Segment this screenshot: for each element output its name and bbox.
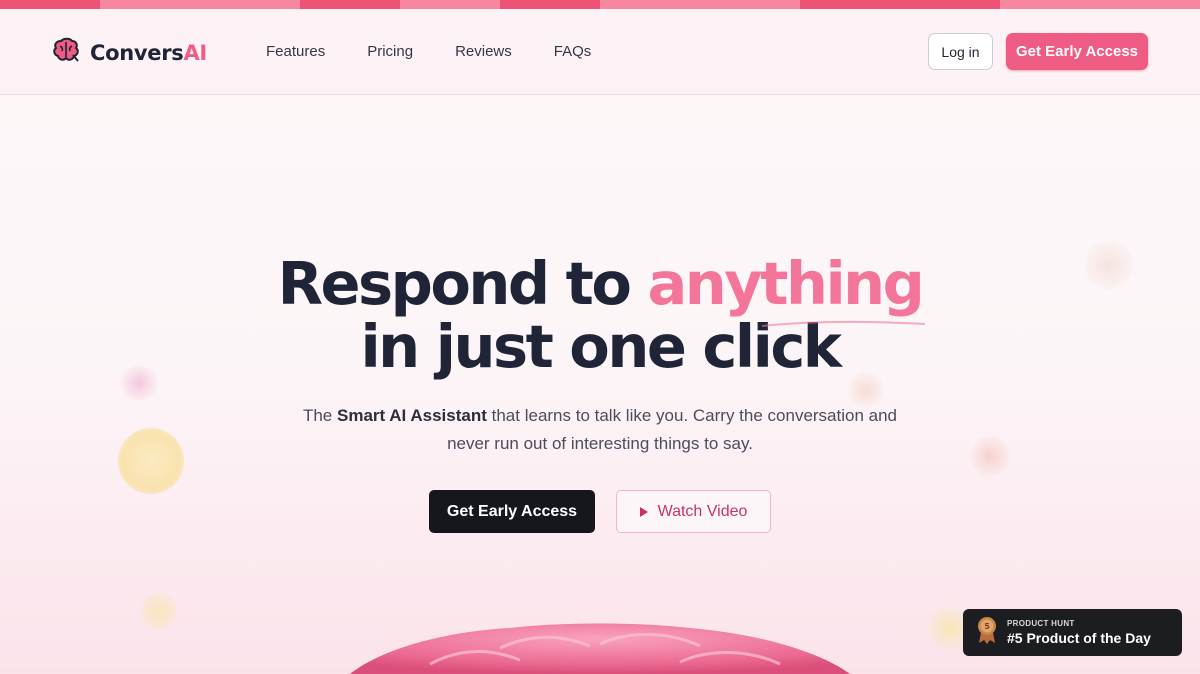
- hero-title: Respond to anything in just one click: [0, 252, 1200, 378]
- smiley-emoji-decoration: [141, 593, 177, 629]
- svg-text:5: 5: [984, 622, 990, 631]
- navbar: ConversAI Features Pricing Reviews FAQs …: [0, 9, 1200, 95]
- nav-link-pricing[interactable]: Pricing: [367, 43, 413, 60]
- hero-title-highlight: anything: [647, 249, 924, 318]
- login-button[interactable]: Log in: [928, 33, 993, 70]
- product-hunt-label: PRODUCT HUNT: [1007, 619, 1075, 628]
- watch-video-label: Watch Video: [657, 502, 748, 520]
- nav-link-features[interactable]: Features: [266, 43, 325, 60]
- top-stripe-bar: [0, 0, 1200, 9]
- hero-early-access-button[interactable]: Get Early Access: [429, 490, 595, 533]
- brain-3d-image: [350, 623, 850, 674]
- play-icon: [639, 506, 648, 517]
- brand-name: ConversAI: [90, 40, 207, 65]
- product-hunt-badge[interactable]: 5 PRODUCT HUNT #5 Product of the Day: [963, 609, 1182, 656]
- hero-title-part1: Respond to: [277, 249, 648, 318]
- hero-subtitle: The Smart AI Assistant that learns to ta…: [302, 406, 898, 453]
- product-hunt-title: #5 Product of the Day: [1007, 630, 1151, 646]
- brain-icon: [52, 37, 84, 68]
- medal-icon: 5: [977, 616, 997, 649]
- nav-link-faqs[interactable]: FAQs: [554, 43, 592, 60]
- product-hunt-text: PRODUCT HUNT #5 Product of the Day: [1007, 619, 1151, 646]
- brand-logo[interactable]: ConversAI: [52, 37, 207, 68]
- emoji-decoration: [970, 436, 1010, 476]
- nav-link-reviews[interactable]: Reviews: [455, 43, 512, 60]
- nav-links: Features Pricing Reviews FAQs: [266, 43, 633, 60]
- watch-video-button[interactable]: Watch Video: [616, 490, 771, 533]
- nav-early-access-button[interactable]: Get Early Access: [1006, 33, 1148, 70]
- smiley-emoji-decoration: [118, 428, 184, 494]
- scribble-underline: [761, 320, 926, 327]
